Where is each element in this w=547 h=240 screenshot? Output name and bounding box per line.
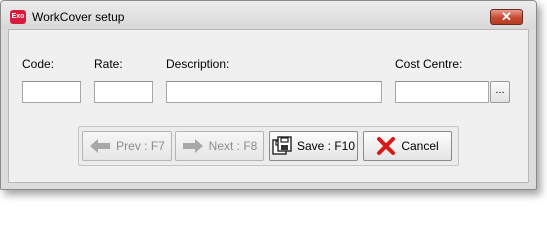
save-button[interactable]: Save : F10 — [269, 131, 358, 161]
workcover-setup-window: Exo WorkCover setup ✕ Code: Rate: Descri… — [0, 0, 537, 190]
next-button-label: Next : F8 — [208, 139, 258, 153]
prev-button-label: Prev : F7 — [116, 139, 165, 153]
description-input[interactable] — [166, 81, 382, 103]
close-icon: ✕ — [501, 9, 512, 24]
form-area: Code: Rate: Description: Cost Centre: ..… — [8, 29, 529, 183]
save-icon — [272, 136, 292, 156]
cost-centre-input[interactable] — [395, 81, 489, 103]
prev-button[interactable]: Prev : F7 — [82, 131, 172, 161]
cancel-button-label: Cancel — [401, 139, 439, 153]
cancel-x-icon — [376, 136, 396, 156]
window-title: WorkCover setup — [32, 10, 125, 24]
cost-centre-label: Cost Centre: — [395, 57, 463, 71]
cost-centre-lookup-button[interactable]: ... — [490, 81, 510, 103]
code-input[interactable] — [22, 81, 81, 103]
rate-label: Rate: — [94, 57, 123, 71]
code-label: Code: — [22, 57, 55, 71]
save-button-label: Save : F10 — [296, 139, 356, 153]
title-bar[interactable]: Exo WorkCover setup ✕ — [1, 1, 536, 29]
exo-app-icon: Exo — [10, 10, 26, 24]
arrow-left-icon — [89, 138, 111, 154]
rate-input[interactable] — [94, 81, 153, 103]
description-label: Description: — [166, 57, 230, 71]
arrow-right-icon — [182, 138, 204, 154]
cancel-button[interactable]: Cancel — [363, 131, 452, 161]
close-button[interactable]: ✕ — [490, 9, 523, 25]
next-button[interactable]: Next : F8 — [175, 131, 264, 161]
